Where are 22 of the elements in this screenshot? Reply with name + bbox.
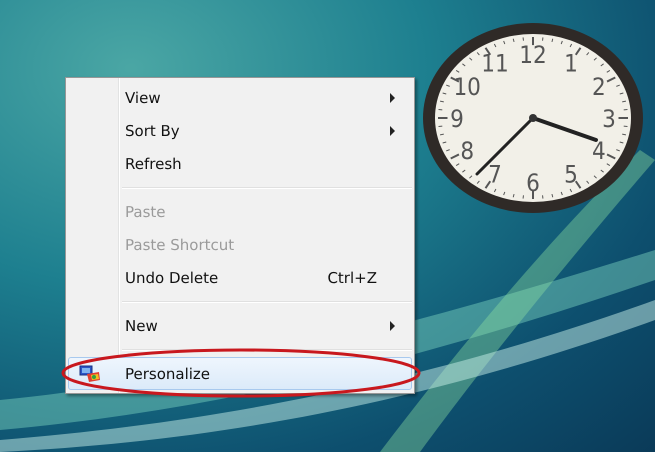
clock-numeral: 7 xyxy=(488,160,502,188)
submenu-arrow-icon xyxy=(390,92,395,102)
shortcut-text: Ctrl+Z xyxy=(327,268,377,286)
clock-numeral: 4 xyxy=(592,137,606,165)
clock-numeral: 6 xyxy=(526,169,540,197)
clock-numeral: 9 xyxy=(450,105,464,133)
clock-numeral: 2 xyxy=(592,73,606,101)
menu-item[interactable]: Refresh xyxy=(68,147,412,180)
menu-item[interactable]: Undo Delete Ctrl+Z xyxy=(68,261,412,294)
menu-item[interactable]: View xyxy=(68,81,412,114)
menu-item[interactable]: Sort By xyxy=(68,114,412,147)
menu-item[interactable]: New xyxy=(68,309,412,342)
clock-numeral: 11 xyxy=(481,50,509,78)
clock-numeral: 12 xyxy=(519,41,547,69)
clock-numeral: 3 xyxy=(602,105,616,133)
clock-numeral: 8 xyxy=(460,137,474,165)
submenu-arrow-icon xyxy=(390,126,395,136)
submenu-arrow-icon xyxy=(390,320,395,330)
clock-numeral: 1 xyxy=(564,50,578,78)
menu-item[interactable]: Personalize xyxy=(68,357,412,390)
clock-numeral: 10 xyxy=(453,73,481,101)
clock-numeral: 5 xyxy=(564,160,578,188)
